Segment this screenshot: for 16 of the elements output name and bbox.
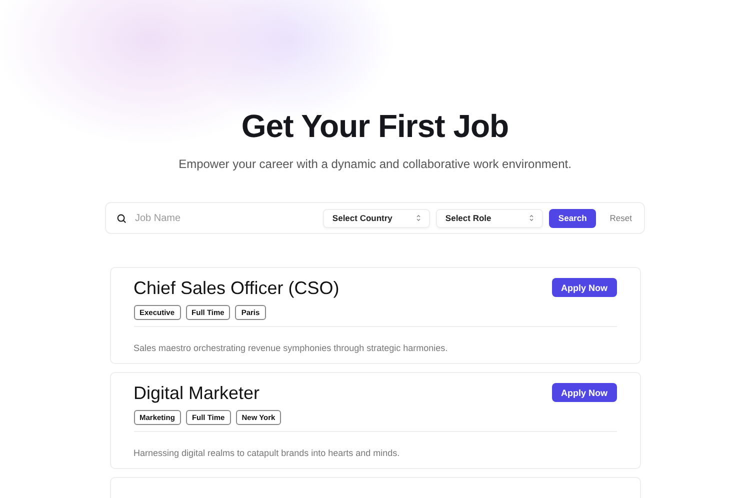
select-dropdown[interactable]: Select Country	[323, 208, 430, 228]
select-dropdown[interactable]: Select Role	[436, 208, 544, 228]
page-subtitle: Empower your career with a dynamic and collaborative work environment.	[178, 157, 572, 171]
chevron-up-down-icon	[416, 214, 422, 222]
apply-button[interactable]: Apply Now	[552, 278, 616, 297]
job-title: Chief Sales Officer (CSO)	[134, 278, 340, 299]
job-name-field[interactable]: Job Name	[133, 212, 318, 224]
page-title: Get Your First Job	[241, 108, 509, 145]
job-title: Digital Marketer	[134, 383, 260, 404]
reset-button[interactable]: Reset	[602, 213, 636, 223]
search-button[interactable]: Search	[549, 208, 596, 228]
job-description: Harnessing digital realms to catapult brands into hearts and minds.	[134, 448, 401, 458]
job-description: Sales maestro orchestrating revenue symphonies through strategic harmonies.	[134, 343, 449, 353]
apply-button[interactable]: Apply Now	[552, 383, 616, 402]
search-icon	[116, 212, 127, 224]
chevron-up-down-icon	[529, 214, 534, 222]
